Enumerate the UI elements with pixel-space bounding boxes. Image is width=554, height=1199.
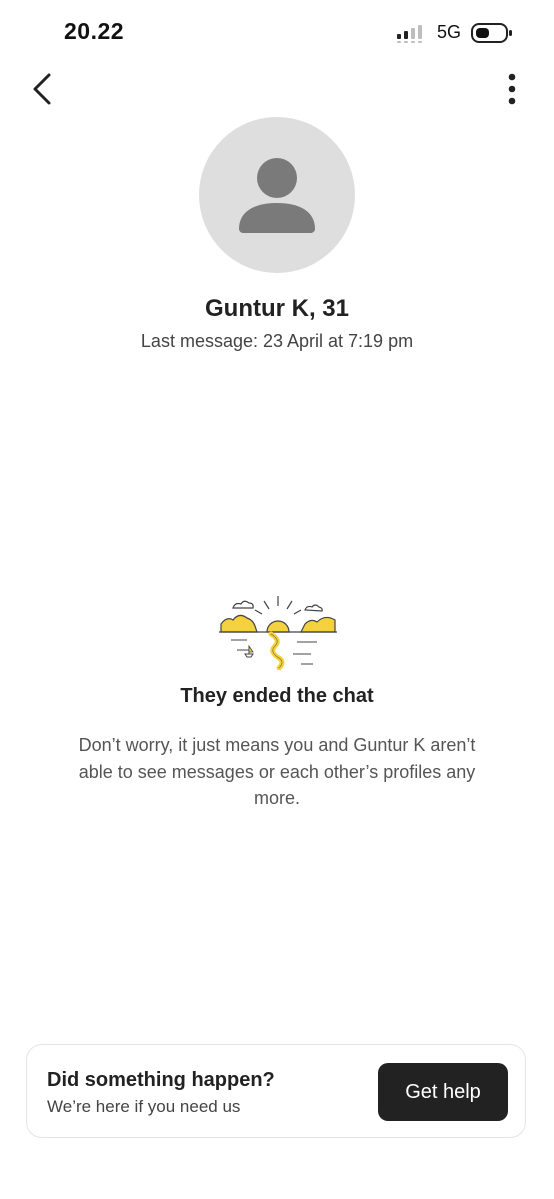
chat-ended-title: They ended the chat (180, 685, 374, 707)
status-time: 20.22 (64, 18, 125, 44)
chevron-left-icon (33, 73, 51, 105)
chat-ended-screen: 20.22 5G Guntur K, 31 Last message: 23 A… (0, 0, 554, 1199)
network-type-label: 5G (437, 22, 462, 42)
help-card-title: Did something happen? (47, 1069, 275, 1091)
profile-name: Guntur K, 31 (204, 295, 349, 322)
chat-ended-description: Don’t worry, it just means you and Guntu… (78, 735, 476, 808)
signal-icon (397, 25, 422, 43)
sunset-landscape-illustration (219, 596, 337, 670)
more-options-button[interactable] (494, 68, 530, 110)
back-button[interactable] (22, 68, 62, 110)
help-card-subtitle: We’re here if you need us (47, 1097, 241, 1116)
battery-icon (471, 23, 512, 43)
help-card: Did something happen? We’re here if you … (26, 1044, 526, 1138)
get-help-button[interactable]: Get help (378, 1063, 508, 1121)
person-placeholder-icon (239, 158, 315, 233)
more-vertical-icon (508, 73, 516, 105)
avatar[interactable] (199, 117, 355, 273)
last-message-timestamp: Last message: 23 April at 7:19 pm (140, 331, 414, 351)
